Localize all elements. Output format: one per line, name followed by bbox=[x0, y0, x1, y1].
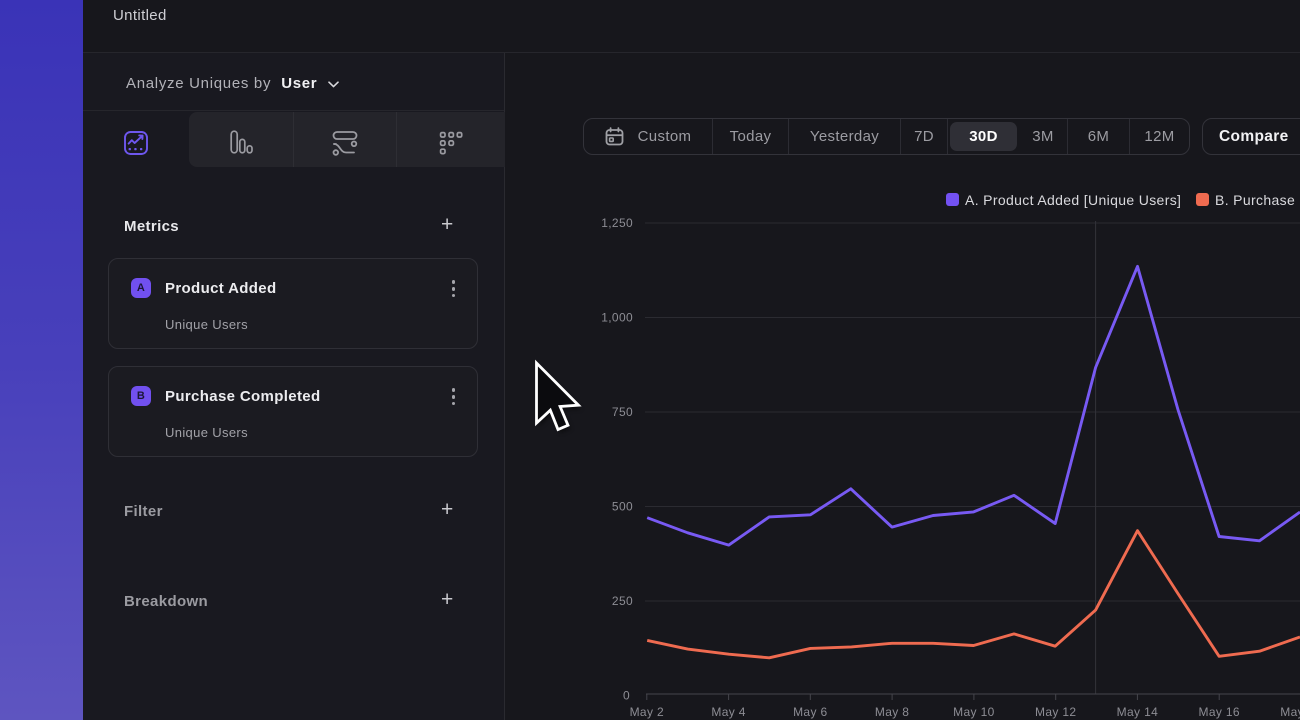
svg-text:1,250: 1,250 bbox=[601, 216, 633, 230]
svg-text:0: 0 bbox=[623, 689, 630, 703]
svg-text:May 12: May 12 bbox=[1035, 705, 1076, 719]
svg-text:250: 250 bbox=[612, 594, 633, 608]
svg-text:750: 750 bbox=[612, 405, 633, 419]
svg-text:May 10: May 10 bbox=[953, 705, 994, 719]
svg-text:May 8: May 8 bbox=[875, 705, 909, 719]
svg-text:1,000: 1,000 bbox=[601, 311, 633, 325]
svg-text:500: 500 bbox=[612, 500, 633, 514]
svg-text:May 14: May 14 bbox=[1117, 705, 1158, 719]
svg-text:May 6: May 6 bbox=[793, 705, 827, 719]
svg-text:May 16: May 16 bbox=[1198, 705, 1239, 719]
svg-text:May 2: May 2 bbox=[630, 705, 664, 719]
svg-text:May 4: May 4 bbox=[711, 705, 745, 719]
svg-text:May 18: May 18 bbox=[1280, 705, 1300, 719]
